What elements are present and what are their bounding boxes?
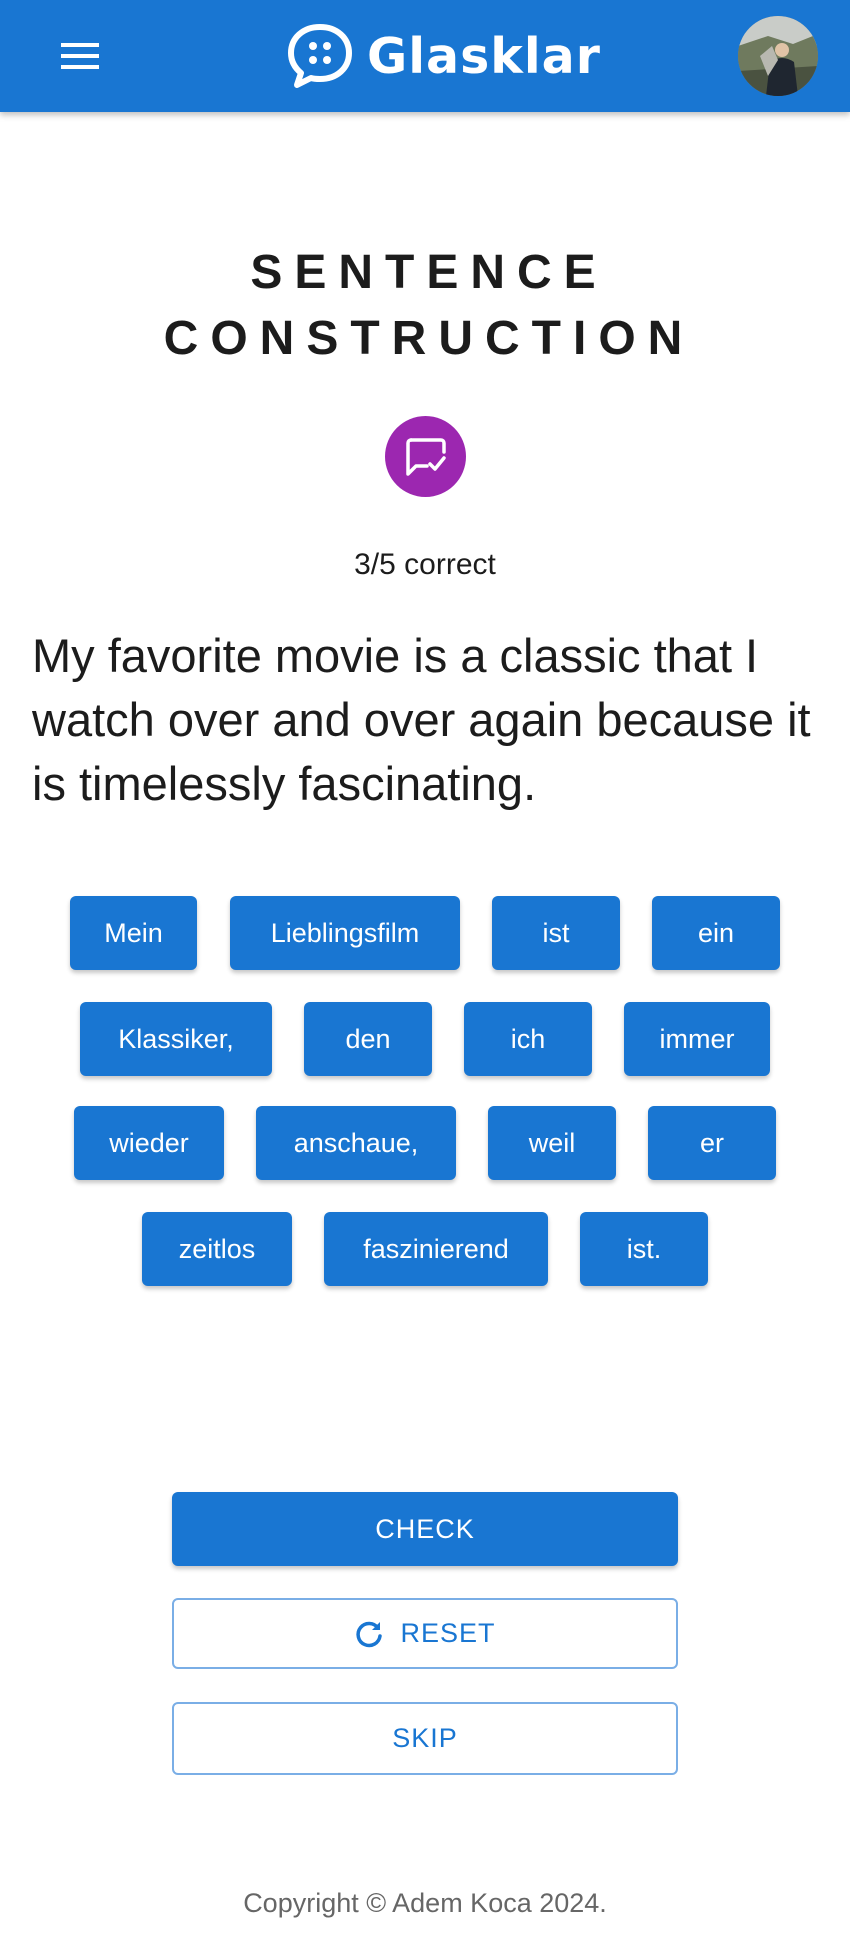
word-chip[interactable]: den	[304, 1002, 432, 1076]
word-chip[interactable]: immer	[624, 1002, 770, 1076]
exercise-badge	[385, 416, 466, 497]
refresh-icon	[356, 1621, 383, 1647]
skip-button[interactable]: SKIP	[172, 1702, 678, 1775]
word-chip[interactable]: Lieblingsfilm	[230, 896, 460, 970]
chat-bubble-icon	[288, 24, 352, 88]
word-chip[interactable]: zeitlos	[142, 1212, 292, 1286]
app-bar: Glasklar	[0, 0, 850, 112]
reset-button-label: RESET	[400, 1618, 496, 1648]
skip-button-label: SKIP	[392, 1723, 458, 1753]
word-chip[interactable]: Mein	[70, 896, 197, 970]
word-chip[interactable]: ich	[464, 1002, 592, 1076]
word-chip[interactable]: ist.	[580, 1212, 708, 1286]
page-title-line-1: SENTENCE	[250, 246, 608, 299]
word-chip[interactable]: wieder	[74, 1106, 224, 1180]
brand-logo[interactable]: Glasklar	[287, 20, 601, 92]
page-title: SENTENCE CONSTRUCTION	[0, 240, 850, 372]
rate-review-check-icon	[405, 437, 446, 476]
menu-icon	[61, 43, 99, 69]
copyright-footer: Copyright © Adem Koca 2024.	[243, 1888, 607, 1918]
page-title-line-2: CONSTRUCTION	[163, 312, 695, 365]
word-chip[interactable]: ein	[652, 896, 780, 970]
menu-button[interactable]	[50, 36, 110, 76]
app-title: Glasklar	[367, 27, 601, 85]
score-counter: 3/5 correct	[354, 548, 496, 581]
reset-button[interactable]: RESET	[172, 1598, 678, 1669]
user-avatar[interactable]	[738, 16, 818, 96]
word-chip[interactable]: anschaue,	[256, 1106, 456, 1180]
source-sentence: My favorite movie is a classic that I wa…	[32, 629, 811, 810]
word-chip[interactable]: er	[648, 1106, 776, 1180]
word-chip[interactable]: weil	[488, 1106, 616, 1180]
word-chip[interactable]: faszinierend	[324, 1212, 548, 1286]
check-button-label: CHECK	[375, 1513, 475, 1544]
word-chip[interactable]: Klassiker,	[80, 1002, 272, 1076]
check-button[interactable]: CHECK	[172, 1492, 678, 1566]
word-chip[interactable]: ist	[492, 896, 620, 970]
